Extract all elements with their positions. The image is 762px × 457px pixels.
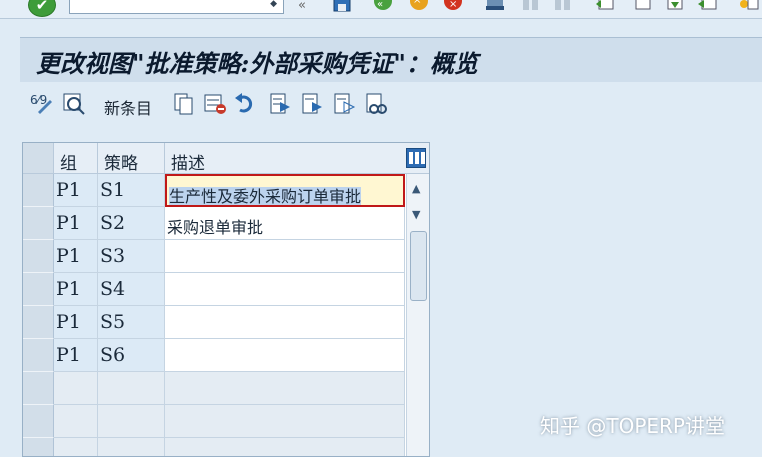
table-cell-strategy: S5 <box>98 306 165 339</box>
new-entries-button[interactable]: 新条目 <box>104 95 152 119</box>
empty-cell <box>98 405 165 438</box>
print-icon[interactable] <box>484 0 506 14</box>
row-selector[interactable] <box>23 438 54 456</box>
command-field[interactable]: ◆ <box>69 0 284 14</box>
svg-text:6⁄9: 6⁄9 <box>30 93 47 107</box>
column-header-description[interactable]: 描述 <box>165 143 429 174</box>
scroll-up-icon[interactable]: ▲ <box>412 182 420 195</box>
copy-as-icon[interactable] <box>172 92 196 116</box>
system-toolbar: ✔ ◆ « « ^ × <box>0 0 762 19</box>
table-cell-group: P1 <box>54 207 98 240</box>
empty-cell <box>165 372 405 405</box>
table-cell-strategy: S1 <box>98 174 165 207</box>
table-cell-group: P1 <box>54 306 98 339</box>
empty-cell <box>54 438 98 456</box>
last-page-icon[interactable] <box>696 0 718 14</box>
find-next-icon[interactable] <box>552 0 574 14</box>
select-all-icon[interactable] <box>268 92 292 116</box>
enter-check-icon[interactable]: ✔ <box>28 0 56 17</box>
table-cell-group: P1 <box>54 273 98 306</box>
scrollbar-thumb[interactable] <box>410 231 427 301</box>
change-display-icon[interactable]: 6⁄9 <box>30 92 54 116</box>
row-selector[interactable] <box>23 306 54 339</box>
find-icon[interactable] <box>520 0 542 14</box>
table-cell-strategy: S4 <box>98 273 165 306</box>
empty-cell <box>54 372 98 405</box>
table-cell-group: P1 <box>54 174 98 207</box>
row-selector[interactable] <box>23 174 54 207</box>
print-field-icon[interactable] <box>364 92 388 116</box>
page-title: 更改视图"批准策略:外部采购凭证"：概览 <box>36 49 478 78</box>
row-selector[interactable] <box>23 339 54 372</box>
description-input[interactable] <box>165 306 405 339</box>
back-icon[interactable]: « <box>298 0 306 14</box>
svg-text:^: ^ <box>413 0 421 10</box>
column-header-group[interactable]: 组 <box>54 143 98 174</box>
column-settings-icon[interactable] <box>406 148 426 168</box>
cancel-icon[interactable]: × <box>442 0 464 14</box>
title-bar: 更改视图"批准策略:外部采购凭证"：概览 <box>20 37 762 83</box>
undo-change-icon[interactable] <box>234 92 258 116</box>
description-input[interactable] <box>165 240 405 273</box>
svg-text:×: × <box>449 0 457 10</box>
empty-cell <box>98 372 165 405</box>
row-selector[interactable] <box>23 405 54 438</box>
save-icon[interactable] <box>332 0 352 14</box>
description-text: 生产性及委外采购订单审批 <box>169 187 362 206</box>
row-selector[interactable] <box>23 273 54 306</box>
svg-text:«: « <box>377 0 383 10</box>
table-cell-strategy: S6 <box>98 339 165 372</box>
delete-icon[interactable] <box>203 92 227 116</box>
watermark: 知乎 @TOPERP讲堂 <box>540 414 725 438</box>
description-input[interactable] <box>165 339 405 372</box>
column-header-strategy[interactable]: 策略 <box>98 143 165 174</box>
empty-cell <box>98 438 165 456</box>
vertical-scrollbar[interactable]: ▲ ▼ <box>406 174 429 456</box>
table-cell-group: P1 <box>54 240 98 273</box>
table-cell-strategy: S3 <box>98 240 165 273</box>
description-input[interactable]: 生产性及委外采购订单审批 <box>165 174 405 207</box>
row-selector[interactable] <box>23 240 54 273</box>
back-nav-icon[interactable]: « <box>372 0 394 14</box>
prev-page-icon[interactable] <box>632 0 654 14</box>
empty-cell <box>165 405 405 438</box>
next-page-icon[interactable] <box>664 0 686 14</box>
select-all-rows-cell[interactable] <box>23 143 54 174</box>
table-cell-group: P1 <box>54 339 98 372</box>
scroll-down-icon[interactable]: ▼ <box>412 208 420 221</box>
row-selector[interactable] <box>23 372 54 405</box>
empty-cell <box>165 438 405 456</box>
command-field-dropdown-icon[interactable]: ◆ <box>270 0 277 9</box>
deselect-all-icon[interactable] <box>332 92 356 116</box>
empty-cell <box>54 405 98 438</box>
new-session-icon[interactable] <box>738 0 760 14</box>
description-input[interactable]: 采购退单审批 <box>165 207 405 240</box>
description-input[interactable] <box>165 273 405 306</box>
table-cell-strategy: S2 <box>98 207 165 240</box>
exit-icon[interactable]: ^ <box>408 0 430 14</box>
application-toolbar: 6⁄9 新条目 <box>20 82 762 130</box>
check-icon[interactable] <box>62 92 86 116</box>
strategy-table: 组 策略 描述 P1 S1 生产性及委外采购订单审批 P1 S2 采购退单审批 … <box>22 142 430 457</box>
row-selector[interactable] <box>23 207 54 240</box>
select-block-icon[interactable] <box>300 92 324 116</box>
first-page-icon[interactable] <box>594 0 616 14</box>
